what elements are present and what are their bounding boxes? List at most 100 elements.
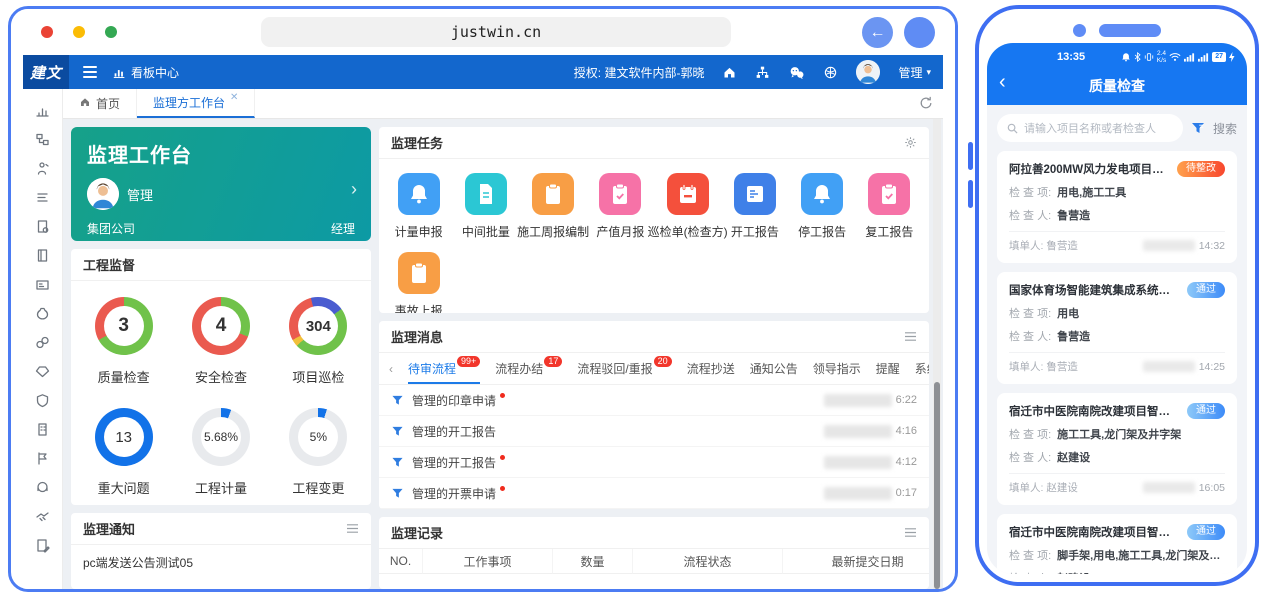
shield-icon[interactable] [35,392,51,408]
inspection-card[interactable]: 国家体育场智能建筑集成系统建设项目 通过 检 查 项:用电 检 查 人:鲁营造 … [997,272,1237,384]
flag-icon[interactable] [35,450,51,466]
task-accident-report[interactable]: 事故上报 [385,252,452,313]
user-menu[interactable]: 管理 ▾ [898,64,931,81]
notebook-icon[interactable] [35,247,51,263]
support-icon[interactable] [35,479,51,495]
url-bar[interactable]: justwin.cn [261,17,731,47]
tab-workbench-label: 监理方工作台 [153,94,225,111]
nav-dashboard-label: 看板中心 [131,64,179,81]
minimize-window-button[interactable] [73,26,85,38]
gem-icon[interactable] [35,363,51,379]
search-input[interactable]: 请输入项目名称或者检查人 [997,114,1183,142]
wechat-icon[interactable] [788,65,805,80]
phone-status-bar: 13:35 2.4K/s 27 [987,43,1247,71]
vibrate-icon [1144,52,1154,62]
list-menu-icon[interactable] [346,523,359,534]
org-chart-icon[interactable] [755,65,770,80]
browser-window: justwin.cn ← 建文 看板中心 授权: 建文软件内部-郭晓 [8,6,958,592]
message-row[interactable]: 管理的开票申请 0:17 [379,478,929,509]
doc-edit-icon[interactable] [35,537,51,553]
task-resume-report[interactable]: 复工报告 [856,173,923,240]
status-badge: 通过 [1187,403,1225,419]
clipboard-icon [398,252,440,294]
unread-dot [500,393,505,398]
app-navbar: 建文 看板中心 授权: 建文软件内部-郭晓 [23,55,943,89]
chevron-right-icon[interactable]: › [351,179,357,200]
message-row[interactable]: 管理的印章申请 6:22 [379,385,929,416]
browser-back-button[interactable]: ← [862,17,893,48]
tab-rejected-flows[interactable]: 流程驳回/重报20 [577,353,671,384]
tab-announcements[interactable]: 通知公告 [750,353,798,384]
list-menu-icon[interactable] [904,527,917,538]
workbench-user: 管理 [127,185,153,204]
tab-workbench[interactable]: 监理方工作台 ✕ [137,89,255,118]
close-window-button[interactable] [41,26,53,38]
menu-toggle-icon[interactable] [83,63,97,81]
search-button[interactable]: 搜索 [1213,120,1237,137]
records-table-header: NO. 工作事项 数量 流程状态 最新提交日期 [379,549,929,574]
service-ball-icon[interactable] [823,65,838,80]
donut-safety-check[interactable]: 4 安全检查 [172,297,269,386]
app-logo[interactable]: 建文 [23,55,69,89]
tab-cc-flows[interactable]: 流程抄送 [687,353,735,384]
tab-leader-instructions[interactable]: 领导指示 [813,353,861,384]
list-menu-icon[interactable] [904,331,917,342]
bar-chart-icon [113,66,126,79]
donut-engineering-change[interactable]: 5% 工程变更 [270,408,367,497]
message-row[interactable]: 管理的开工报告 4:12 [379,447,929,478]
home-icon[interactable] [722,65,737,80]
signal-4g-icon [1198,52,1209,62]
tab-reminders[interactable]: 提醒 [876,353,900,384]
filter-funnel-icon[interactable] [1191,122,1205,135]
browser-profile-button[interactable] [904,17,935,48]
donut-major-issues[interactable]: 13 重大问题 [75,408,172,497]
tabs-scroll-left-icon[interactable]: ‹ [389,362,393,376]
tab-system-todo[interactable]: 系统待办 [915,353,929,384]
id-card-icon[interactable] [35,276,51,292]
maximize-window-button[interactable] [105,26,117,38]
org-boxes-icon[interactable] [35,131,51,147]
inspection-card[interactable]: 阿拉善200MW风力发电项目风机吊装… 待整改 检 查 项:用电,施工工具 检 … [997,151,1237,263]
user-avatar[interactable] [856,60,880,84]
donut-project-patrol[interactable]: 304 项目巡检 [270,297,367,386]
task-monthly-output[interactable]: 产值月报 [587,173,654,240]
page-scrollbar[interactable] [933,119,941,589]
phone-camera [1073,24,1086,37]
task-measure-declare[interactable]: 计量申报 [385,173,452,240]
back-arrow-icon[interactable]: ‹ [999,72,1006,92]
inspection-card[interactable]: 宿迁市中医院南院改建项目智能化施工E… 通过 检 查 项:施工工具,龙门架及井字… [997,393,1237,505]
close-tab-icon[interactable]: ✕ [230,92,238,103]
redacted-date [1143,482,1195,493]
worker-icon[interactable] [35,160,51,176]
coins-icon[interactable] [35,334,51,350]
nav-dashboard[interactable]: 看板中心 [113,64,179,81]
tab-completed-flows[interactable]: 流程办结17 [495,353,562,384]
scrollbar-thumb[interactable] [934,382,940,589]
user-menu-label: 管理 [898,64,922,81]
tab-pending-flows[interactable]: 待审流程99+ [408,353,480,384]
notice-item[interactable]: pc端发送公告测试05 [71,545,371,580]
money-bag-icon[interactable] [35,305,51,321]
clipboard-icon [532,173,574,215]
message-row[interactable]: 管理的开工报告 4:16 [379,416,929,447]
doc-gear-icon[interactable] [35,218,51,234]
chevron-down-icon: ▾ [926,67,931,78]
refresh-icon[interactable] [919,96,933,115]
building-icon[interactable] [35,421,51,437]
task-intermediate-batch[interactable]: 中间批量 [452,173,519,240]
gear-icon[interactable] [904,136,917,149]
donut-engineering-measure[interactable]: 5.68% 工程计量 [172,408,269,497]
tab-home[interactable]: 首页 [63,89,137,118]
dashboard-chart-icon[interactable] [35,102,51,118]
workbench-card[interactable]: 监理工作台 管理 › 集团公司 经理 [71,127,371,241]
donut-quality-check[interactable]: 3 质量检查 [75,297,172,386]
handshake-icon[interactable] [35,508,51,524]
task-start-report[interactable]: 开工报告 [721,173,788,240]
align-list-icon[interactable] [35,189,51,205]
redacted-date [824,487,892,500]
inspection-card[interactable]: 宿迁市中医院南院改建项目智能化施工E… 通过 检 查 项:脚手架,用电,施工工具… [997,514,1237,574]
task-weekly-report[interactable]: 施工周报编制 [520,173,587,240]
task-stop-report[interactable]: 停工报告 [789,173,856,240]
phone-volume-up-button [968,142,973,170]
task-patrol-form[interactable]: 巡检单(检查方) [654,173,721,240]
